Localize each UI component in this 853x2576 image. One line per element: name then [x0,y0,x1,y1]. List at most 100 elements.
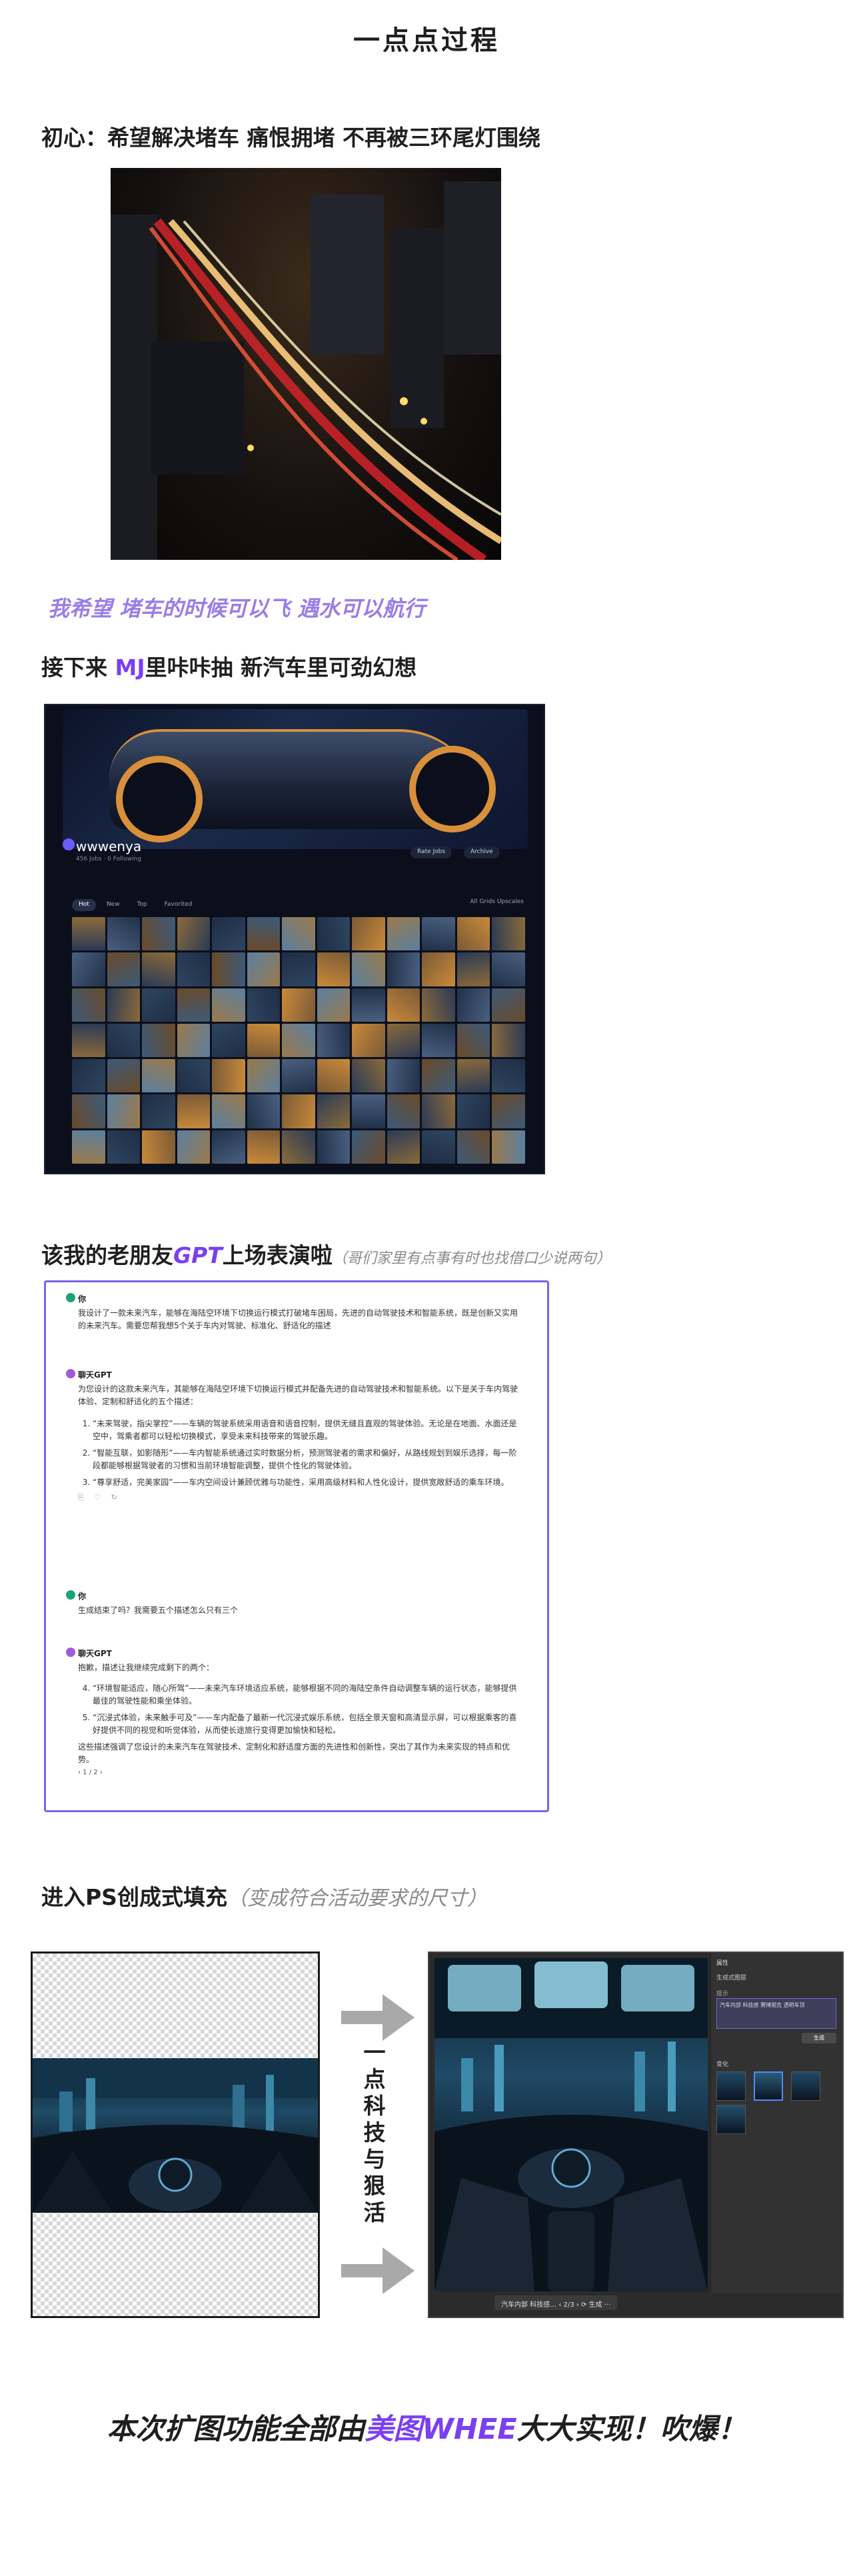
variant-thumbnail[interactable] [791,2071,820,2101]
mj-thumbnail[interactable] [352,952,385,986]
mj-thumbnail[interactable] [352,917,385,951]
mj-thumbnail[interactable] [422,1130,455,1164]
mj-thumbnail[interactable] [177,1023,211,1058]
mj-thumbnail[interactable] [282,917,315,951]
mj-thumbnail[interactable] [317,1094,351,1128]
mj-thumbnail[interactable] [492,988,525,1022]
mj-thumbnail[interactable] [72,988,105,1022]
mj-thumbnail[interactable] [177,952,211,986]
mj-thumbnail[interactable] [247,917,281,951]
mj-thumbnail[interactable] [107,952,141,986]
mj-thumbnail[interactable] [387,988,421,1022]
mj-thumbnail[interactable] [212,988,245,1022]
mj-thumbnail[interactable] [456,917,490,951]
mj-thumbnail[interactable] [456,988,490,1022]
mj-thumbnail[interactable] [247,952,281,986]
mj-thumbnail[interactable] [212,1130,245,1164]
mj-thumbnail[interactable] [247,1023,281,1058]
mj-thumbnail[interactable] [247,1094,281,1128]
mj-thumbnail[interactable] [107,1094,141,1128]
mj-thumbnail[interactable] [422,1059,455,1093]
mj-thumbnail[interactable] [142,917,175,951]
mj-thumbnail[interactable] [352,1023,385,1058]
mj-thumbnail[interactable] [387,1023,421,1058]
mj-thumbnail[interactable] [422,952,455,986]
mj-thumbnail[interactable] [352,1130,385,1164]
tab-hot[interactable]: Hot [72,899,96,911]
mj-thumbnail[interactable] [142,1059,175,1093]
contextual-task-bar[interactable]: 汽车内部 科技感… ‹ 2/3 › ⟳ 生成 ··· [494,2295,618,2310]
mj-thumbnail[interactable] [282,1130,315,1164]
mj-thumbnail[interactable] [107,1059,141,1093]
mj-thumbnail[interactable] [72,917,105,951]
mj-thumbnail[interactable] [492,1130,525,1164]
mj-thumbnail[interactable] [282,1094,315,1128]
mj-thumbnail[interactable] [107,1023,141,1058]
mj-thumbnail[interactable] [177,1059,211,1093]
mj-thumbnail[interactable] [492,1094,525,1128]
message-actions[interactable]: ⎘ ♡ ↻ [78,1493,518,1502]
mj-thumbnail[interactable] [422,917,455,951]
mj-thumbnail[interactable] [177,917,211,951]
mj-thumbnail[interactable] [282,1059,315,1093]
tab-new[interactable]: New [100,899,127,911]
mj-thumbnail[interactable] [387,1094,421,1128]
tab-top[interactable]: Top [130,899,153,911]
mj-thumbnail[interactable] [247,988,281,1022]
mj-thumbnail[interactable] [142,1094,175,1128]
mj-thumbnail[interactable] [282,952,315,986]
mj-thumbnail[interactable] [177,1094,211,1128]
mj-thumbnail[interactable] [212,952,245,986]
mj-thumbnail[interactable] [352,1094,385,1128]
mj-thumbnail[interactable] [317,1130,351,1164]
mj-thumbnail[interactable] [282,1023,315,1058]
mj-thumbnail[interactable] [317,952,351,986]
mj-thumbnail[interactable] [352,1059,385,1093]
mj-thumbnail[interactable] [107,1130,141,1164]
mj-thumbnail[interactable] [317,988,351,1022]
mj-thumbnail[interactable] [492,952,525,986]
tab-favorited[interactable]: Favorited [158,899,199,911]
mj-thumbnail[interactable] [142,952,175,986]
mj-thumbnail[interactable] [142,988,175,1022]
variant-thumbnail[interactable] [716,2105,746,2134]
mj-thumbnail[interactable] [177,988,211,1022]
mj-thumbnail[interactable] [177,1130,211,1164]
mj-thumbnail[interactable] [387,917,421,951]
mj-thumbnail[interactable] [282,988,315,1022]
mj-thumbnail[interactable] [317,1023,351,1058]
mj-thumbnail[interactable] [387,1059,421,1093]
mj-thumbnail[interactable] [107,988,141,1022]
mj-thumbnail[interactable] [492,1023,525,1058]
mj-thumbnail[interactable] [72,1059,105,1093]
mj-thumbnail[interactable] [212,1094,245,1128]
response-pager[interactable]: ‹ 1 / 2 › [78,1769,518,1776]
mj-thumbnail[interactable] [387,1130,421,1164]
mj-thumbnail[interactable] [72,1023,105,1058]
mj-thumbnail[interactable] [142,1023,175,1058]
mj-thumbnail[interactable] [492,1059,525,1093]
variant-thumbnail[interactable] [716,2071,746,2101]
mj-thumbnail[interactable] [317,1059,351,1093]
generate-button[interactable]: 生成 [802,2033,836,2043]
mj-thumbnail[interactable] [212,1023,245,1058]
mj-thumbnail[interactable] [456,1094,490,1128]
mj-thumbnail[interactable] [212,1059,245,1093]
mj-thumbnail[interactable] [72,1130,105,1164]
mj-thumbnail[interactable] [456,1059,490,1093]
mj-thumbnail[interactable] [456,1023,490,1058]
mj-thumbnail[interactable] [456,952,490,986]
mj-filter-options[interactable]: All Grids Upscales [470,898,524,905]
mj-thumbnail[interactable] [142,1130,175,1164]
mj-thumbnail[interactable] [422,1023,455,1058]
mj-thumbnail[interactable] [212,917,245,951]
variant-thumbnail[interactable] [754,2071,783,2101]
mj-thumbnail[interactable] [492,917,525,951]
prompt-input[interactable]: 汽车内部 科技感 赛博朋克 透明车顶 [716,1998,836,2029]
mj-thumbnail[interactable] [107,917,141,951]
mj-thumbnail[interactable] [247,1130,281,1164]
mj-thumbnail[interactable] [456,1130,490,1164]
mj-thumbnail[interactable] [387,952,421,986]
rate-jobs-button[interactable]: Rate Jobs [411,846,452,858]
mj-thumbnail[interactable] [422,988,455,1022]
